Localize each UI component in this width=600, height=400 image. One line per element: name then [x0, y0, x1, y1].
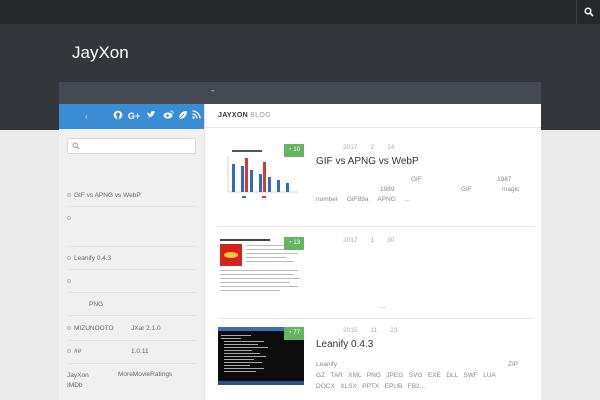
- comment-post: MoreMovieRatings: [118, 371, 173, 378]
- comment-count-badge[interactable]: ◔ 10: [284, 144, 304, 157]
- top-bar: [0, 0, 600, 24]
- search-icon: [72, 142, 80, 150]
- comment-author: MIZUNOOTO: [74, 325, 114, 332]
- post-day: 30: [387, 237, 395, 244]
- post-date: 2015 11 23: [343, 327, 410, 334]
- social-bar: ‹ G+: [59, 104, 204, 129]
- main-content: JAYXON BLOG ◔ 10 2017 2 14 GIF vs APNG v…: [205, 104, 541, 400]
- search-input[interactable]: [82, 140, 192, 152]
- excerpt-word: APNG: [377, 196, 396, 203]
- post-year: 2017: [343, 144, 358, 151]
- post-year: 2015: [343, 327, 358, 334]
- list-item[interactable]: PNG: [67, 293, 196, 316]
- post-title[interactable]: GIF vs APNG vs WebP: [316, 156, 419, 167]
- excerpt-word: number: [316, 196, 339, 203]
- comment-count: 13: [293, 240, 300, 246]
- comment-count: 10: [293, 147, 300, 153]
- blog-heading-rest: BLOG: [247, 112, 271, 119]
- recent-comments-list: MIZUNOOTO JXar 2.1.0 ## 1.0.11 JayXon IM…: [67, 318, 196, 400]
- bullet-icon: [67, 279, 71, 283]
- post-date: 2017 1 30: [343, 237, 407, 244]
- post-excerpt: DOCX XLSX PPTX EPUB FB2...: [316, 383, 426, 390]
- post-excerpt: number GIF89a APNG ...: [316, 194, 410, 205]
- post-divider: [218, 226, 534, 227]
- post-month: 2: [370, 144, 375, 151]
- list-item[interactable]: Leanify 0.4.3: [67, 247, 196, 270]
- post-day: 23: [390, 327, 398, 334]
- nav-bar: [59, 82, 541, 104]
- comment-item[interactable]: ## 1.0.11: [67, 341, 196, 364]
- content-wrapper: ‹ G+ GIF vs APNG vs WebP Leanify 0.4.3 P…: [59, 104, 541, 400]
- excerpt-word: GIF89a: [346, 196, 369, 203]
- twitter-icon[interactable]: [145, 110, 156, 122]
- post-divider: [218, 318, 534, 319]
- list-item[interactable]: [67, 270, 196, 293]
- search-icon: [583, 7, 594, 17]
- rss-icon[interactable]: [191, 110, 202, 122]
- github-icon[interactable]: [112, 110, 123, 122]
- leaf-icon[interactable]: [177, 110, 188, 122]
- chevron-left-icon[interactable]: ‹: [85, 112, 88, 121]
- comment-author: ##: [74, 348, 82, 355]
- comment-icon: [67, 326, 71, 330]
- post-excerpt: ZIP: [508, 361, 519, 368]
- sidebar-search: [67, 138, 196, 154]
- post-thumbnail[interactable]: ◔ 10: [218, 144, 304, 202]
- chevron-down-icon[interactable]: [209, 87, 217, 95]
- blog-heading: JAYXON BLOG: [205, 104, 541, 128]
- list-item-label: PNG: [89, 300, 104, 308]
- bullet-icon: [67, 193, 71, 197]
- post-year: 2017: [343, 237, 358, 244]
- header-search-button[interactable]: [576, 0, 600, 24]
- post-thumbnail[interactable]: ◔ 13: [218, 237, 304, 295]
- post-card: ◔ 10 2017 2 14 GIF vs APNG vs WebP GIF 198…: [218, 144, 534, 224]
- bullet-icon: [67, 256, 71, 260]
- list-item-label: GIF vs APNG vs WebP: [74, 191, 141, 199]
- post-excerpt: ...: [380, 303, 386, 310]
- comment-count-badge[interactable]: ◔ 77: [284, 327, 304, 340]
- bullet-icon: [67, 216, 71, 220]
- list-item-label: Leanify 0.4.3: [74, 254, 112, 262]
- comment-post: 1.0.11: [131, 348, 149, 355]
- comment-count: 77: [293, 330, 300, 336]
- post-card: ◔ 13 2017 1 30 ...: [218, 237, 534, 317]
- comment-item[interactable]: MIZUNOOTO JXar 2.1.0: [67, 318, 196, 341]
- post-excerpt: Leanify: [316, 361, 337, 368]
- comment-author: JayXon IMDb: [67, 372, 89, 389]
- blog-heading-bold: JAYXON: [218, 112, 248, 119]
- post-month: 1: [370, 237, 375, 244]
- post-excerpt: magic: [502, 186, 520, 193]
- post-excerpt: GZ TAR XML PNG JPEG SVG EXE DLL SWF LUA: [316, 372, 496, 379]
- post-day: 14: [387, 144, 395, 151]
- comment-item[interactable]: JayXon IMDb MoreMovieRatings: [67, 364, 196, 400]
- google-plus-icon[interactable]: G+: [126, 110, 142, 122]
- list-item[interactable]: [67, 207, 196, 247]
- site-title[interactable]: JayXon: [72, 43, 129, 63]
- post-thumbnail[interactable]: ◔ 77: [218, 327, 304, 385]
- post-card: ◔ 77 2015 11 23 Leanify 0.4.3 Leanify ZIP …: [218, 327, 534, 400]
- comment-post: JXar 2.1.0: [131, 325, 161, 332]
- weibo-icon[interactable]: [163, 110, 174, 122]
- post-excerpt: GIF: [411, 176, 422, 183]
- post-title[interactable]: Leanify 0.4.3: [316, 339, 373, 350]
- recent-posts-list: GIF vs APNG vs WebP Leanify 0.4.3 PNG: [67, 184, 196, 316]
- sidebar: ‹ G+ GIF vs APNG vs WebP Leanify 0.4.3 P…: [59, 104, 205, 400]
- excerpt-word: ...: [404, 196, 411, 203]
- post-excerpt: GIF: [461, 186, 472, 193]
- list-item[interactable]: GIF vs APNG vs WebP: [67, 184, 196, 207]
- comment-icon: [67, 349, 71, 353]
- post-date: 2017 2 14: [343, 144, 407, 151]
- comment-count-badge[interactable]: ◔ 13: [284, 237, 304, 250]
- post-month: 11: [370, 327, 378, 334]
